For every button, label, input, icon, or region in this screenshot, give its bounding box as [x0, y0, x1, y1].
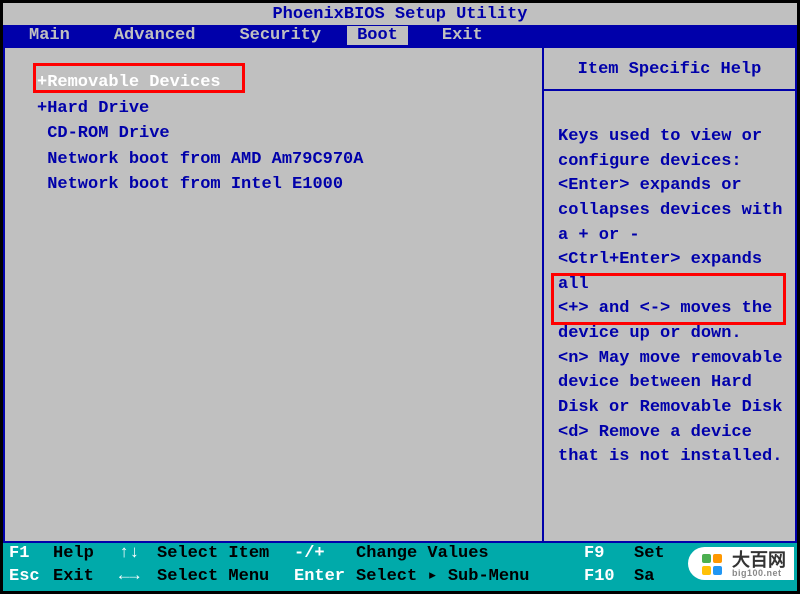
help-line: Keys used to view or [558, 125, 783, 150]
help-line: <Ctrl+Enter> expands [558, 248, 783, 273]
boot-item-removable[interactable]: +Removable Devices [37, 70, 524, 96]
menu-boot[interactable]: Boot [347, 26, 408, 45]
watermark-logo-icon [702, 554, 724, 576]
help-line: <Enter> expands or [558, 174, 783, 199]
key-plusminus: -/+ [294, 543, 356, 566]
boot-item-net-intel[interactable]: Network boot from Intel E1000 [37, 172, 524, 198]
footer-row-1: F1 Help ↑↓ Select Item -/+ Change Values… [9, 543, 791, 566]
menu-main[interactable]: Main [3, 26, 88, 45]
footer-row-2: Esc Exit ←→ Select Menu Enter Select ▸ S… [9, 566, 791, 589]
key-enter: Enter [294, 566, 356, 589]
help-line: <d> Remove a device [558, 421, 783, 446]
label-select-menu: Select Menu [157, 566, 294, 589]
help-line: all [558, 273, 783, 298]
key-f1: F1 [9, 543, 53, 566]
key-f9: F9 [584, 543, 634, 566]
boot-item-cdrom[interactable]: CD-ROM Drive [37, 121, 524, 147]
help-line: Disk or Removable Disk [558, 396, 783, 421]
key-f10: F10 [584, 566, 634, 589]
title-bar: PhoenixBIOS Setup Utility [3, 3, 797, 25]
help-line: that is not installed. [558, 445, 783, 470]
arrows-horizontal-icon: ←→ [119, 566, 157, 589]
help-panel: Item Specific Help Keys used to view or … [544, 48, 797, 541]
menu-advanced[interactable]: Advanced [88, 26, 214, 45]
help-body: Keys used to view or configure devices: … [544, 91, 795, 480]
help-line: device up or down. [558, 322, 783, 347]
watermark: 大百网 big100.net [688, 547, 794, 580]
arrows-vertical-icon: ↑↓ [119, 543, 157, 566]
boot-order-list[interactable]: +Removable Devices +Hard Drive CD-ROM Dr… [37, 70, 524, 198]
main-area: +Removable Devices +Hard Drive CD-ROM Dr… [3, 46, 797, 543]
label-select-item: Select Item [157, 543, 294, 566]
help-line: collapses devices with [558, 199, 783, 224]
watermark-domain: big100.net [732, 569, 786, 578]
watermark-brand: 大百网 [732, 551, 786, 569]
menu-exit[interactable]: Exit [416, 26, 501, 45]
label-help: Help [53, 543, 119, 566]
label-save-exit: Sa [634, 566, 654, 589]
menu-bar[interactable]: Main Advanced Security Boot Exit [3, 25, 797, 46]
bios-screen: PhoenixBIOS Setup Utility Main Advanced … [3, 3, 797, 591]
label-setup-defaults: Set [634, 543, 665, 566]
help-line: configure devices: [558, 150, 783, 175]
boot-item-hard-drive[interactable]: +Hard Drive [37, 96, 524, 122]
help-line: device between Hard [558, 371, 783, 396]
boot-item-net-amd[interactable]: Network boot from AMD Am79C970A [37, 147, 524, 173]
help-line: <+> and <-> moves the [558, 297, 783, 322]
boot-order-panel: +Removable Devices +Hard Drive CD-ROM Dr… [3, 48, 544, 541]
footer-key-hints: F1 Help ↑↓ Select Item -/+ Change Values… [3, 543, 797, 591]
help-title: Item Specific Help [544, 48, 795, 91]
help-line: a + or - [558, 224, 783, 249]
label-select-submenu: Select ▸ Sub-Menu [356, 566, 584, 589]
help-line: <n> May move removable [558, 347, 783, 372]
label-change-values: Change Values [356, 543, 584, 566]
menu-security[interactable]: Security [213, 26, 339, 45]
app-title: PhoenixBIOS Setup Utility [272, 5, 527, 24]
label-exit: Exit [53, 566, 119, 589]
key-esc: Esc [9, 566, 53, 589]
